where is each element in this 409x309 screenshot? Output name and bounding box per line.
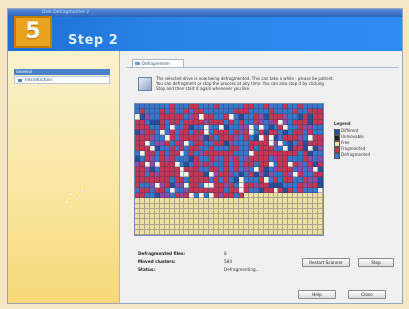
cluster-map — [134, 103, 324, 236]
stats-panel: Defragmented files: 8 Moved clusters: 58… — [138, 250, 288, 274]
stat-value: 8 — [224, 251, 227, 256]
sidebar-item-introduction[interactable]: Introduction — [14, 76, 110, 84]
sparkle-decoration — [66, 201, 68, 203]
sparkle-decoration — [81, 190, 83, 192]
stat-value: Defragmenting... — [224, 267, 260, 272]
legend-item: Defragmented — [334, 152, 394, 159]
stat-key: Defragmented files: — [138, 251, 186, 256]
cluster-cell — [318, 229, 323, 235]
sparkle-decoration — [70, 193, 72, 195]
sidebar: General Introduction — [8, 51, 120, 303]
stop-button[interactable]: Stop — [358, 258, 394, 267]
wizard-header: Step 2 — [8, 17, 402, 51]
disk-icon — [135, 62, 140, 65]
tab-label: Defragmenter — [142, 61, 171, 66]
title-bar: Disk Defragmenter 2 — [8, 9, 402, 17]
stat-row: Moved clusters: 584 — [138, 258, 288, 266]
stat-value: 584 — [224, 259, 232, 264]
step-number-badge: 5 — [14, 16, 52, 48]
description-text: The selected drive is now being defragme… — [156, 76, 386, 91]
bottom-bar: Help Close — [8, 285, 402, 303]
wizard-title: Step 2 — [68, 33, 119, 48]
description-line: Stop and then start it again whenever yo… — [156, 86, 251, 91]
restart-scanner-button[interactable]: Restart Scanner — [302, 258, 350, 267]
legend-swatch — [334, 153, 340, 159]
window-title: Disk Defragmenter 2 — [42, 10, 90, 15]
sidebar-section-header: General — [14, 69, 110, 75]
help-button[interactable]: Help — [298, 290, 336, 299]
stat-key: Moved clusters: — [138, 259, 176, 264]
stat-key: Status: — [138, 267, 155, 272]
stat-row: Status: Defragmenting... — [138, 266, 288, 274]
close-button[interactable]: Close — [348, 290, 386, 299]
tab-divider — [126, 67, 398, 68]
defrag-info-icon — [138, 77, 152, 91]
tab-defragmenter[interactable]: Defragmenter — [132, 59, 184, 67]
stat-row: Defragmented files: 8 — [138, 250, 288, 258]
app-window: Disk Defragmenter 2 Step 2 General Intro… — [7, 8, 403, 304]
arrow-icon — [18, 79, 22, 82]
sparkle-decoration — [76, 198, 78, 200]
legend: Legend Different Unmovable Free Fragment… — [334, 121, 394, 159]
main-panel: Defragmenter The selected drive is now b… — [126, 53, 398, 303]
sidebar-item-label: Introduction — [25, 78, 53, 83]
legend-title: Legend — [334, 121, 351, 126]
